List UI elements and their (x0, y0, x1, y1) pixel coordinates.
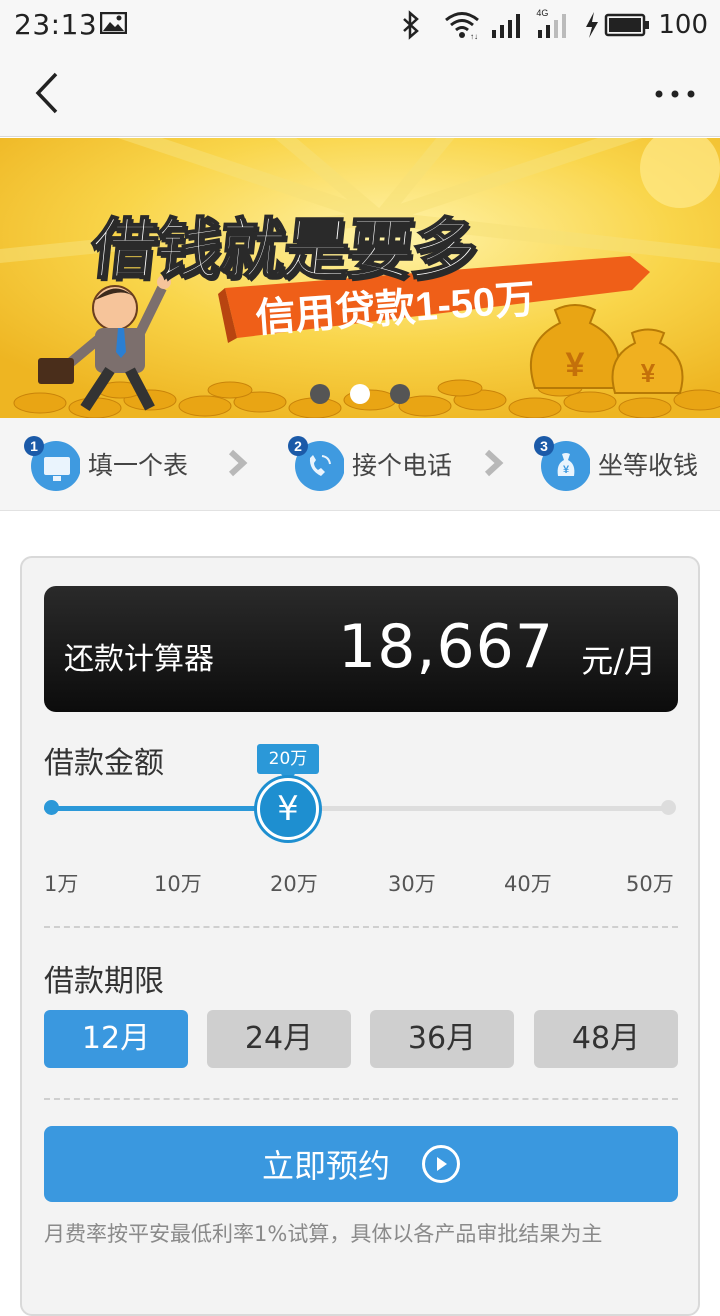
term-option-12[interactable]: 12月 (44, 1010, 188, 1068)
carousel-dots (0, 384, 720, 404)
tick-label: 30万 (388, 872, 436, 896)
bluetooth-icon (403, 10, 420, 40)
term-option-24[interactable]: 24月 (207, 1010, 351, 1068)
slider-end-dot (661, 800, 676, 815)
tick-label: 50万 (626, 872, 674, 896)
term-option-48[interactable]: 48月 (534, 1010, 678, 1068)
tick-label: 20万 (270, 872, 318, 896)
chevron-right-icon (484, 449, 504, 477)
rate-disclaimer: 月费率按平安最低利率1%试算，具体以各产品审批结果为主 (44, 1222, 603, 1246)
step-label: 填一个表 (88, 451, 189, 480)
slider-value-tooltip: 20万 (257, 744, 319, 782)
calculator-title: 还款计算器 (64, 642, 214, 677)
arrow-right-circle-icon (422, 1145, 460, 1183)
status-icons: ↑↓ 4G 100 (398, 6, 708, 44)
loan-term-label: 借款期限 (44, 964, 164, 999)
term-option-36[interactable]: 36月 (370, 1010, 514, 1068)
step-fill-form: 1 填一个表 (24, 432, 188, 496)
promo-banner[interactable]: ¥ ¥ 借钱就是要多 信用贷款1-50万 (0, 138, 720, 418)
more-dots-icon[interactable] (650, 70, 700, 120)
battery-icon (605, 13, 650, 37)
step-number: 1 (30, 438, 38, 454)
monthly-payment-amount: 18,667 (338, 612, 554, 682)
image-icon (100, 12, 127, 34)
money-bag-icon: ¥ 3 (534, 436, 590, 491)
tick-label: 1万 (44, 872, 79, 896)
step-number: 3 (540, 438, 548, 454)
carousel-dot[interactable] (390, 384, 410, 404)
slider-tick-labels: 1万 10万 20万 30万 40万 50万 (44, 868, 684, 898)
loan-amount-slider[interactable]: 20万 ¥ (44, 744, 678, 862)
status-time: 23:13 (14, 8, 98, 41)
svg-text:¥: ¥ (566, 346, 585, 384)
step-label: 坐等收钱 (598, 451, 699, 480)
divider (44, 926, 678, 928)
tick-label: 40万 (504, 872, 552, 896)
loan-term-options: 12月 24月 36月 48月 (44, 1010, 678, 1068)
slider-start-dot (44, 800, 59, 815)
calculator-header: 还款计算器 18,667 元/月 (44, 586, 678, 712)
chevron-right-icon (228, 449, 248, 477)
carousel-dot-active[interactable] (350, 384, 370, 404)
step-number: 2 (294, 438, 302, 454)
signal-icon (492, 14, 521, 38)
phone-icon: 2 (288, 436, 344, 491)
apply-now-button[interactable]: 立即预约 (44, 1126, 678, 1202)
status-bar: 23:13 ↑↓ 4G 100 (0, 0, 720, 50)
signal-4g-icon: 4G (536, 8, 574, 40)
step-phone-call: 2 接个电话 (288, 432, 452, 496)
slider-thumb-yen-icon[interactable]: ¥ (257, 778, 319, 840)
wifi-icon: ↑↓ (445, 12, 480, 40)
battery-level: 100 (658, 10, 708, 40)
chevron-left-icon[interactable] (24, 68, 74, 118)
form-icon: 1 (24, 436, 80, 491)
loan-calculator-card: 还款计算器 18,667 元/月 借款金额 20万 ¥ 1万 10万 20万 3… (20, 556, 700, 1316)
process-steps: 1 填一个表 2 接个电话 ¥ 3 坐等收钱 (0, 418, 720, 511)
monthly-payment-unit: 元/月 (581, 642, 656, 680)
svg-text:¥: ¥ (563, 464, 570, 476)
step-receive-money: ¥ 3 坐等收钱 (534, 432, 698, 496)
tick-label: 10万 (154, 872, 202, 896)
charging-icon (586, 12, 599, 38)
step-label: 接个电话 (352, 451, 453, 480)
nav-bar (0, 50, 720, 137)
carousel-dot[interactable] (310, 384, 330, 404)
divider (44, 1098, 678, 1100)
slider-fill (44, 806, 288, 811)
apply-button-label: 立即预约 (261, 1147, 390, 1185)
svg-text:↑↓: ↑↓ (470, 32, 478, 40)
